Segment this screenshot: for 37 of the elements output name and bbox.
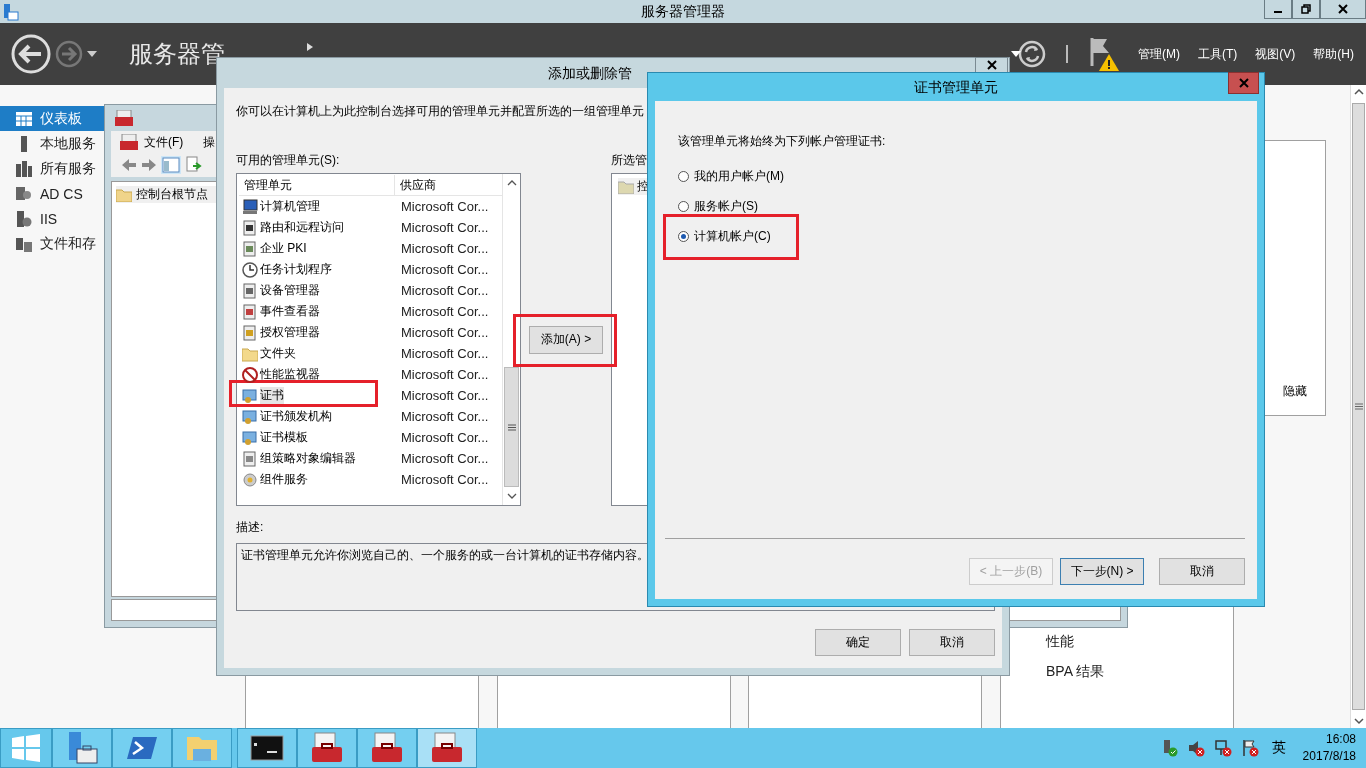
list-cell-text: Microsoft Cor... [400,199,489,214]
instruction-text: 你可以在计算机上为此控制台选择可用的管理单元并配置所选的一组管理单元 [236,103,645,119]
list-cell-text: Microsoft Cor... [400,346,489,361]
list-cell: 组策略对象编辑器 [239,450,395,467]
list-cell: 路由和远程访问 [239,219,395,236]
list-cell: 事件查看器 [239,303,395,320]
list-cell-text: Microsoft Cor... [400,388,489,403]
list-cell: 文件夹 [239,345,395,362]
list-cell-text: Microsoft Cor... [400,430,489,445]
dialog-title: 证书管理单元 [914,79,998,97]
list-cell: 设备管理器 [239,282,395,299]
list-cell: 计算机管理 [239,198,395,215]
list-cell-text: Microsoft Cor... [400,304,489,319]
list-cell: 组件服务 [239,471,395,488]
list-cell-text: Microsoft Cor... [400,472,489,487]
description-text: 证书管理单元允许你浏览自己的、一个服务的或一台计算机的证书存储内容。 [241,548,649,562]
list-cell: 授权管理器 [239,324,395,341]
list-cell-text: Microsoft Cor... [400,283,489,298]
description-label: 描述: [236,519,264,535]
list-label: 所选管 [611,152,647,168]
list-cell-text: Microsoft Cor... [400,451,489,466]
list-cell: 证书颁发机构 [239,408,395,425]
list-cell: 性能监视器 [239,366,395,383]
list-cell: 证书模板 [239,429,395,446]
list-cell-text: Microsoft Cor... [400,325,489,340]
list-cell-text: Microsoft Cor... [400,409,489,424]
list-cell-text: Microsoft Cor... [400,220,489,235]
list-cell: 任务计划程序 [239,261,395,278]
dialog-title: 添加或删除管 [548,65,632,83]
list-label: 可用的管理单元(S): [236,152,340,168]
list-cell: 证书 [239,387,395,404]
prompt-text: 该管理单元将始终为下列帐户管理证书: [678,133,887,149]
list-cell-text: Microsoft Cor... [400,367,489,382]
list-cell: 企业 PKI [239,240,395,257]
list-cell-text: Microsoft Cor... [400,241,489,256]
window-title: 服务器管理器 [641,3,725,21]
list-cell-text: Microsoft Cor... [400,262,489,277]
